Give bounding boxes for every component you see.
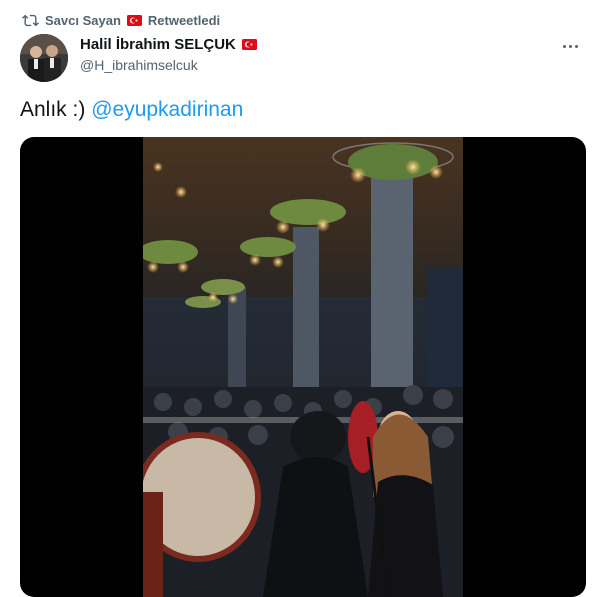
author-name[interactable]: Halil İbrahim SELÇUK (80, 36, 236, 53)
retweeter-name[interactable]: Savcı Sayan (45, 13, 121, 28)
tweet-text: Anlık :) @eyupkadirinan (20, 97, 243, 123)
video-media[interactable] (20, 137, 586, 597)
author-info: Halil İbrahim SELÇUK @H_ibrahimselcuk (80, 36, 257, 73)
mention-link[interactable]: @eyupkadirinan (91, 98, 243, 121)
turkey-flag-icon (241, 39, 257, 50)
retweet-label: Retweetledi (147, 12, 221, 28)
retweet-icon (22, 14, 39, 26)
video-frame[interactable] (143, 137, 463, 597)
tweet-body: Anlık :) (20, 98, 86, 121)
retweet-header: Savcı Sayan Retweetledi (22, 11, 220, 29)
more-options-icon[interactable] (558, 38, 582, 54)
author-handle[interactable]: @H_ibrahimselcuk (80, 57, 257, 73)
turkey-flag-icon (126, 14, 142, 26)
avatar[interactable] (20, 34, 68, 82)
